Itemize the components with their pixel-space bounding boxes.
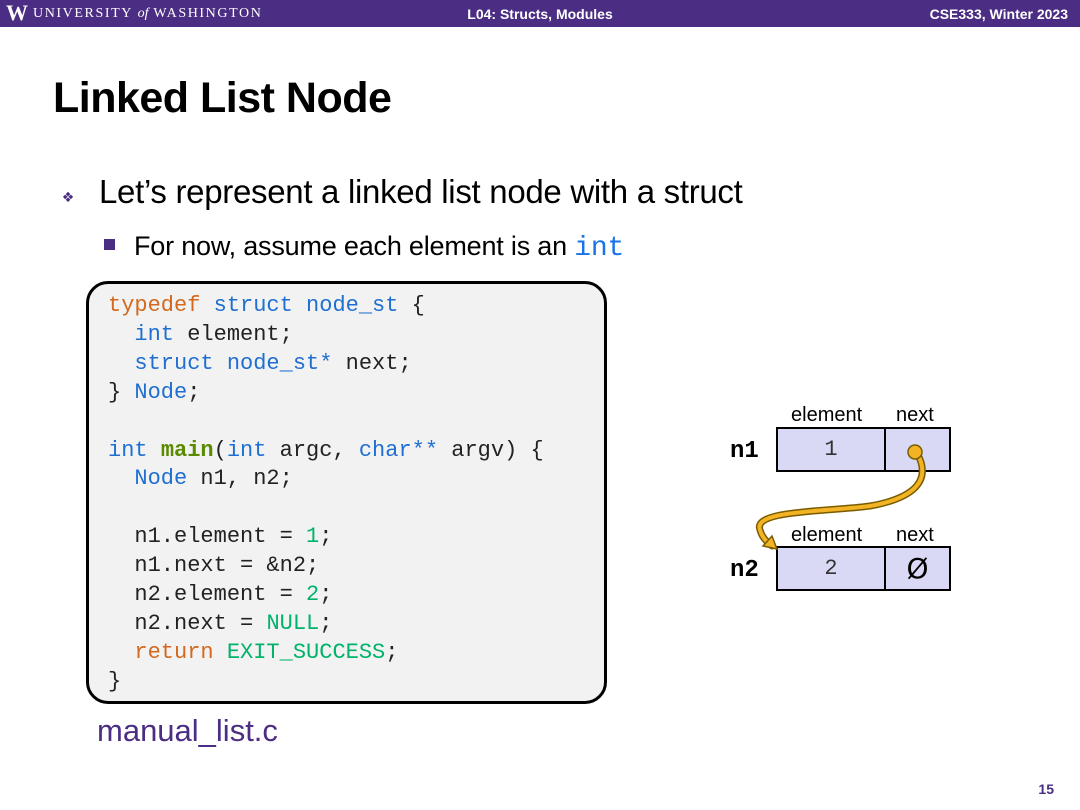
code-token: ;	[319, 582, 333, 608]
header-bar: W UNIVERSITY of WASHINGTON L04: Structs,…	[0, 0, 1080, 27]
code-token: n1, n2;	[187, 466, 293, 492]
code-token: n2.element =	[134, 582, 307, 608]
pointer-arrow-icon	[756, 444, 926, 551]
bullet2-plain: For now, assume each element is an	[134, 231, 575, 261]
code-token: ;	[385, 639, 399, 665]
code-token: 2	[306, 582, 320, 608]
bullet2-text: For now, assume each element is an int	[134, 230, 624, 265]
code-token: Node	[134, 379, 188, 405]
code-token: next;	[332, 350, 412, 376]
code-token: EXIT_SUCCESS	[226, 639, 386, 665]
lecture-title: L04: Structs, Modules	[467, 6, 613, 22]
bullet1-text: Let’s represent a linked list node with …	[99, 173, 743, 210]
diamond-bullet-icon: ❖	[61, 189, 75, 205]
code-token: int	[134, 321, 175, 347]
code-token: int	[226, 437, 267, 463]
code-token: main	[160, 437, 214, 463]
slide-title: Linked List Node	[53, 74, 392, 122]
page-number: 15	[1038, 781, 1054, 797]
code-token: argv) {	[438, 437, 544, 463]
code-token: char**	[358, 437, 439, 463]
code-token: n1.element =	[134, 524, 307, 550]
code-token: }	[108, 379, 135, 405]
code-token: ;	[187, 379, 201, 405]
filename-label: manual_list.c	[97, 713, 278, 748]
code-token: argc,	[266, 437, 359, 463]
code-token: n2.next =	[134, 610, 267, 636]
code-token: Node	[134, 466, 188, 492]
code-token: node_st	[306, 293, 399, 318]
code-token: typedef	[108, 293, 201, 318]
code-token: (	[213, 437, 227, 463]
code-token: element;	[174, 321, 293, 347]
code-token: {	[398, 293, 425, 318]
code-token: node_st*	[226, 350, 333, 376]
code-token: }	[108, 668, 122, 694]
code-box: typedef struct node_st { int element; st…	[86, 281, 607, 704]
code-token: return	[134, 639, 214, 665]
code-token: ;	[319, 524, 333, 550]
code-token: struct	[213, 293, 293, 318]
code-token: NULL	[266, 610, 320, 636]
bullet2-code: int	[574, 233, 625, 264]
square-bullet-icon	[104, 239, 115, 250]
code-token: ;	[319, 610, 333, 636]
course-info: CSE333, Winter 2023	[929, 6, 1068, 22]
code-token: int	[108, 437, 148, 463]
code-listing: typedef struct node_st { int element; st…	[108, 292, 544, 697]
code-token: 1	[306, 524, 320, 550]
code-token: n1.next = &n2;	[134, 553, 320, 579]
code-token: struct	[134, 350, 214, 376]
linked-list-diagram: element next n1 1 element next n2 2 Ø	[720, 400, 970, 600]
